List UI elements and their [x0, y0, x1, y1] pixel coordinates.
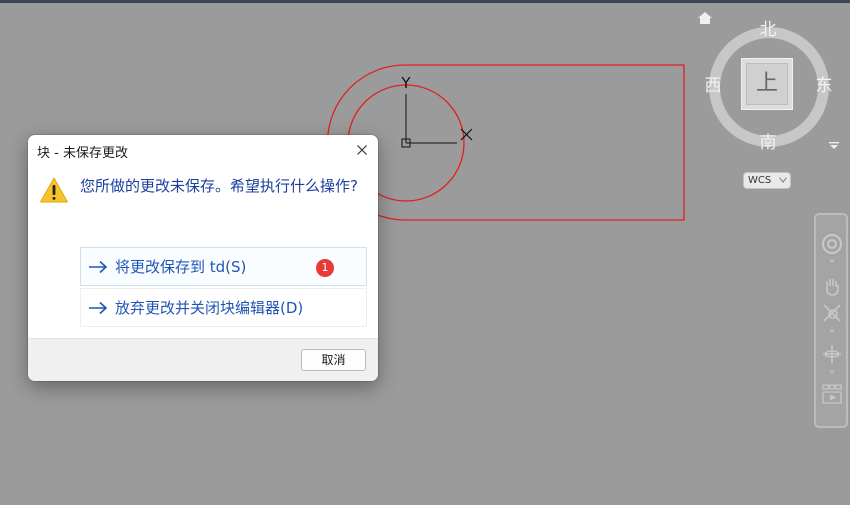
discard-changes-option[interactable]: 放弃更改并关闭块编辑器(D) — [80, 288, 367, 327]
save-changes-option[interactable]: 将更改保存到 td(S) 1 — [80, 247, 367, 286]
viewcube[interactable]: 上 — [741, 58, 793, 110]
notification-badge: 1 — [316, 259, 334, 277]
arrow-right-icon — [89, 260, 108, 274]
close-icon[interactable] — [353, 141, 371, 159]
orbit-icon[interactable] — [821, 343, 843, 365]
dialog-title: 块 - 未保存更改 — [37, 146, 128, 161]
wcs-label: WCS — [748, 175, 772, 186]
unsaved-changes-dialog: 块 - 未保存更改 您所做的更改未保存。希望执行什么操作? 将更改保存到 td(… — [28, 135, 378, 381]
compass-south[interactable]: 南 — [756, 133, 780, 153]
warning-icon — [40, 177, 68, 203]
arrow-right-icon — [89, 301, 108, 315]
steering-wheel-icon[interactable] — [821, 233, 843, 255]
viewcube-face-top[interactable]: 上 — [746, 63, 788, 105]
viewcube-menu-icon[interactable] — [828, 141, 840, 151]
compass-north[interactable]: 北 — [756, 20, 780, 40]
ucs-y-label: Y — [400, 74, 411, 92]
compass-west[interactable]: 西 — [701, 76, 725, 96]
wcs-menu[interactable]: WCS — [743, 172, 791, 189]
block-outline — [326, 64, 685, 221]
home-icon[interactable] — [697, 11, 713, 25]
navigation-bar — [814, 213, 848, 428]
chevron-down-icon[interactable] — [821, 257, 843, 265]
save-changes-label: 将更改保存到 td(S) — [115, 258, 247, 276]
zoom-extents-icon[interactable] — [821, 302, 843, 324]
dialog-message: 您所做的更改未保存。希望执行什么操作? — [80, 177, 358, 195]
discard-changes-label: 放弃更改并关闭块编辑器(D) — [115, 299, 304, 317]
chevron-down-icon[interactable] — [821, 327, 843, 335]
cancel-button[interactable]: 取消 — [301, 349, 366, 371]
chevron-down-icon — [779, 177, 787, 183]
chevron-down-icon[interactable] — [821, 368, 843, 376]
dialog-footer: 取消 — [28, 338, 378, 381]
compass-east[interactable]: 东 — [812, 76, 836, 96]
pan-hand-icon[interactable] — [821, 275, 843, 297]
showmotion-icon[interactable] — [821, 383, 843, 405]
